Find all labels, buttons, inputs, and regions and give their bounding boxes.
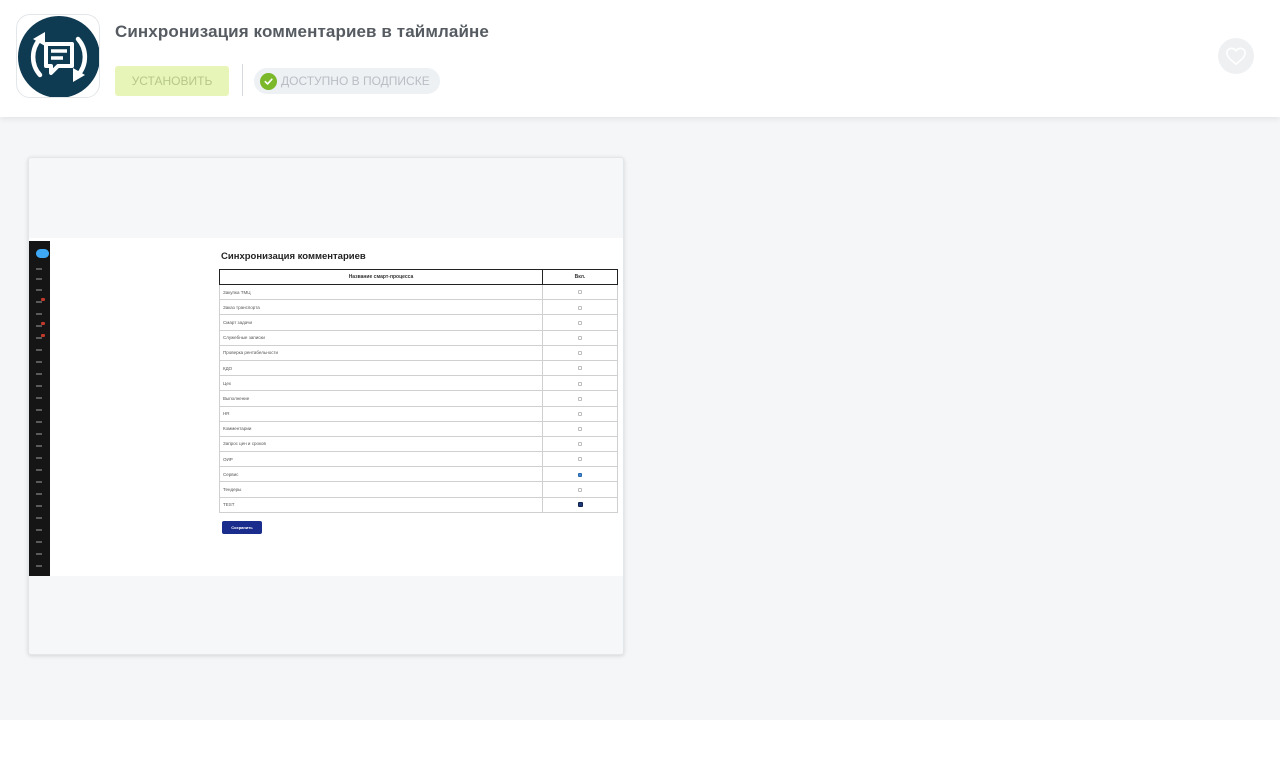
favorite-button[interactable] <box>1218 38 1254 74</box>
process-name: Смарт задачи <box>219 314 543 331</box>
enabled-checkbox[interactable] <box>578 335 582 340</box>
table-row: TEST <box>219 496 618 513</box>
enabled-cell <box>542 344 618 361</box>
subscription-badge: ДОСТУПНО В ПОДПИСКЕ <box>254 68 440 94</box>
table-row: Комментарии <box>219 420 618 437</box>
process-name: Комментарии <box>219 420 543 437</box>
table-row: HR <box>219 405 618 422</box>
process-name: Сервис <box>219 466 543 483</box>
divider <box>242 64 243 96</box>
enabled-checkbox[interactable] <box>578 442 582 447</box>
install-button[interactable]: УСТАНОВИТЬ <box>115 66 229 96</box>
enabled-checkbox[interactable] <box>578 320 582 325</box>
enabled-checkbox[interactable] <box>578 396 582 401</box>
column-header-name: Название смарт-процесса <box>219 269 543 285</box>
process-name: TEST <box>219 496 543 513</box>
column-header-enabled: Вкл. <box>542 269 618 285</box>
app-header: Синхронизация комментариев в таймлайне У… <box>0 0 1280 117</box>
enabled-checkbox[interactable] <box>577 502 583 508</box>
smart-process-table: Название смарт-процесса Вкл. Закупка ТМЦ… <box>219 269 618 513</box>
enabled-cell <box>542 481 618 498</box>
process-name: Выполнение <box>219 390 543 407</box>
enabled-checkbox[interactable] <box>578 472 582 477</box>
enabled-cell <box>542 390 618 407</box>
app-icon <box>16 14 100 98</box>
table-row: Сервис <box>219 466 618 483</box>
app-title: Синхронизация комментариев в таймлайне <box>115 22 489 41</box>
screenshot-sidebar <box>29 241 50 576</box>
process-name: HR <box>219 405 543 422</box>
enabled-cell <box>542 451 618 468</box>
enabled-cell <box>542 283 618 301</box>
enabled-cell <box>542 420 618 437</box>
enabled-checkbox[interactable] <box>578 457 582 462</box>
table-row: Запрос цен и сроков <box>219 435 618 453</box>
process-name: Тендеры <box>219 481 543 498</box>
table-row: КДО <box>219 359 618 377</box>
process-name: КДО <box>219 359 543 377</box>
screenshot-content: Синхронизация комментариев Название смар… <box>29 238 623 576</box>
process-name: Запрос цен и сроков <box>219 435 543 453</box>
table-row: Цех <box>219 375 618 392</box>
table-row: Тендеры <box>219 481 618 498</box>
process-name: Заказ транспорта <box>219 299 543 316</box>
enabled-checkbox[interactable] <box>578 351 582 356</box>
enabled-cell <box>542 466 618 483</box>
enabled-cell <box>542 375 618 392</box>
enabled-cell <box>542 329 618 346</box>
enabled-checkbox[interactable] <box>578 305 582 310</box>
process-name: Проверка рентабельности <box>219 344 543 361</box>
enabled-cell <box>542 496 618 513</box>
table-row: Закупка ТМЦ <box>219 283 618 301</box>
enabled-checkbox[interactable] <box>578 427 582 432</box>
table-row: Смарт задачи <box>219 314 618 331</box>
enabled-cell <box>542 314 618 331</box>
subscription-label: ДОСТУПНО В ПОДПИСКЕ <box>281 74 430 88</box>
table-row: Выполнение <box>219 390 618 407</box>
table-row: ОИР <box>219 451 618 468</box>
process-name: Цех <box>219 375 543 392</box>
enabled-cell <box>542 435 618 453</box>
process-name: Служебные записки <box>219 329 543 346</box>
heart-icon <box>1226 47 1246 65</box>
enabled-checkbox[interactable] <box>578 366 582 371</box>
screenshot-thumbnail[interactable]: Синхронизация комментариев Название смар… <box>28 157 624 655</box>
sync-comment-icon <box>18 16 99 97</box>
table-row: Заказ транспорта <box>219 299 618 316</box>
check-circle-icon <box>260 72 277 90</box>
enabled-cell <box>542 299 618 316</box>
table-row: Служебные записки <box>219 329 618 346</box>
enabled-checkbox[interactable] <box>578 290 582 295</box>
table-row: Проверка рентабельности <box>219 344 618 361</box>
save-button[interactable]: Сохранить <box>222 521 262 534</box>
process-name: ОИР <box>219 451 543 468</box>
enabled-checkbox[interactable] <box>578 411 582 416</box>
process-name: Закупка ТМЦ <box>219 283 543 301</box>
enabled-cell <box>542 405 618 422</box>
screenshot-page-title: Синхронизация комментариев <box>221 251 366 262</box>
enabled-checkbox[interactable] <box>578 487 582 492</box>
enabled-cell <box>542 359 618 377</box>
enabled-checkbox[interactable] <box>578 381 582 386</box>
screenshot-gallery: Синхронизация комментариев Название смар… <box>0 117 1280 720</box>
